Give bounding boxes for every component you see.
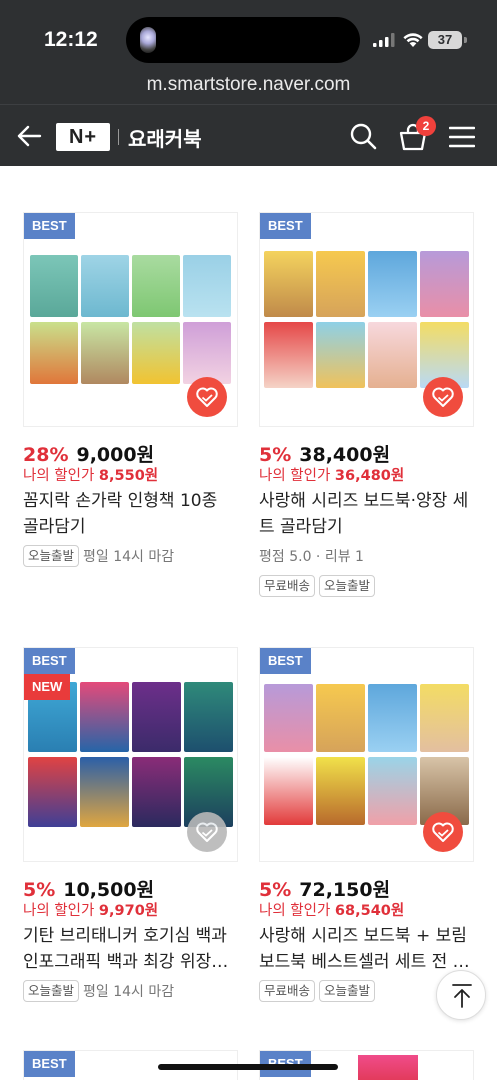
- delivery-info: 무료배송 오늘출발: [259, 980, 379, 1002]
- product-thumbnail[interactable]: BEST: [23, 212, 238, 427]
- battery-icon: 37: [428, 31, 462, 49]
- wishlist-heart-icon[interactable]: [187, 812, 227, 852]
- my-discount-price: 나의 할인가 68,540원: [259, 899, 404, 920]
- cutoff-note: 평일 14시 마감: [83, 549, 175, 565]
- discount-rate: 28%: [23, 444, 69, 466]
- home-indicator[interactable]: [158, 1064, 338, 1070]
- address-bar[interactable]: m.smartstore.naver.com: [0, 74, 497, 96]
- price-row: 5% 38,400원: [259, 440, 390, 467]
- product-image: [28, 682, 233, 827]
- best-badge: BEST: [24, 1051, 75, 1077]
- product-image: [30, 255, 231, 384]
- cutoff-note: 평일 14시 마감: [83, 984, 175, 1000]
- my-price-label: 나의 할인가: [259, 468, 331, 484]
- top-bar: 12:12 37 m.smartstore.naver.com N+ 요래커북: [0, 0, 497, 166]
- my-discount-price: 나의 할인가 8,550원: [23, 464, 158, 485]
- sale-price: 38,400원: [299, 444, 391, 466]
- my-price-label: 나의 할인가: [23, 903, 95, 919]
- cart-count-badge: 2: [416, 116, 436, 136]
- free-shipping-chip: 무료배송: [259, 575, 316, 597]
- rating-review: 평점 5.0 · 리뷰 1: [259, 549, 364, 565]
- wishlist-heart-icon[interactable]: [423, 377, 463, 417]
- scroll-to-top-button[interactable]: [436, 970, 486, 1020]
- my-discount-price: 나의 할인가 36,480원: [259, 464, 404, 485]
- my-price-value: 36,480원: [334, 468, 405, 484]
- my-price-label: 나의 할인가: [259, 903, 331, 919]
- back-arrow-icon[interactable]: [16, 123, 42, 149]
- sale-price: 9,000원: [76, 444, 155, 466]
- product-image: [264, 251, 469, 388]
- delivery-info: 무료배송 오늘출발: [259, 575, 379, 597]
- product-title[interactable]: 기탄 브리태니커 호기심 백과 인포그래픽 백과 최강 위장…: [23, 923, 238, 975]
- product-thumbnail[interactable]: BEST: [259, 647, 474, 862]
- my-discount-price: 나의 할인가 9,970원: [23, 899, 158, 920]
- best-badge: BEST: [24, 213, 75, 239]
- new-badge: NEW: [24, 674, 71, 700]
- product-thumbnail[interactable]: BEST: [259, 212, 474, 427]
- dynamic-island: [126, 17, 360, 63]
- best-badge: BEST: [260, 213, 311, 239]
- naver-plus-logo[interactable]: N+: [56, 123, 110, 151]
- product-thumbnail[interactable]: BEST NEW: [23, 647, 238, 862]
- search-icon[interactable]: [349, 122, 377, 150]
- product-title[interactable]: 꼼지락 손가락 인형책 10종 골라담기: [23, 488, 238, 540]
- sale-price: 10,500원: [63, 879, 155, 901]
- menu-icon[interactable]: [449, 126, 475, 148]
- discount-rate: 5%: [259, 879, 292, 901]
- status-time: 12:12: [44, 28, 98, 51]
- my-price-value: 9,970원: [98, 903, 159, 919]
- product-title[interactable]: 사랑해 시리즈 보드북 + 보림 보드북 베스트셀러 세트 전 …: [259, 923, 474, 975]
- price-row: 28% 9,000원: [23, 440, 154, 467]
- store-name[interactable]: 요래커북: [128, 123, 202, 152]
- best-badge: BEST: [260, 648, 311, 674]
- price-row: 5% 72,150원: [259, 875, 390, 902]
- price-row: 5% 10,500원: [23, 875, 154, 902]
- signal-icon: [373, 33, 395, 47]
- discount-rate: 5%: [23, 879, 56, 901]
- free-shipping-chip: 무료배송: [259, 980, 316, 1002]
- today-ship-chip: 오늘출발: [23, 980, 80, 1002]
- my-price-value: 8,550원: [98, 468, 159, 484]
- product-image: [264, 684, 469, 825]
- delivery-info: 오늘출발 평일 14시 마감: [23, 545, 174, 567]
- today-ship-chip: 오늘출발: [23, 545, 80, 567]
- sale-price: 72,150원: [299, 879, 391, 901]
- my-price-label: 나의 할인가: [23, 468, 95, 484]
- header-divider: [118, 129, 119, 145]
- wishlist-heart-icon[interactable]: [423, 812, 463, 852]
- discount-rate: 5%: [259, 444, 292, 466]
- product-title[interactable]: 사랑해 시리즈 보드북·양장 세트 골라담기: [259, 488, 474, 540]
- wifi-icon: [403, 33, 423, 47]
- delivery-info: 오늘출발 평일 14시 마감: [23, 980, 174, 1002]
- today-ship-chip: 오늘출발: [319, 980, 376, 1002]
- today-ship-chip: 오늘출발: [319, 575, 376, 597]
- flashlight-icon: [140, 27, 156, 53]
- wishlist-heart-icon[interactable]: [187, 377, 227, 417]
- best-badge: BEST: [24, 648, 75, 674]
- battery-tip: [464, 37, 467, 43]
- my-price-value: 68,540원: [334, 903, 405, 919]
- arrow-up-icon: [452, 984, 472, 1008]
- product-image: [358, 1055, 418, 1080]
